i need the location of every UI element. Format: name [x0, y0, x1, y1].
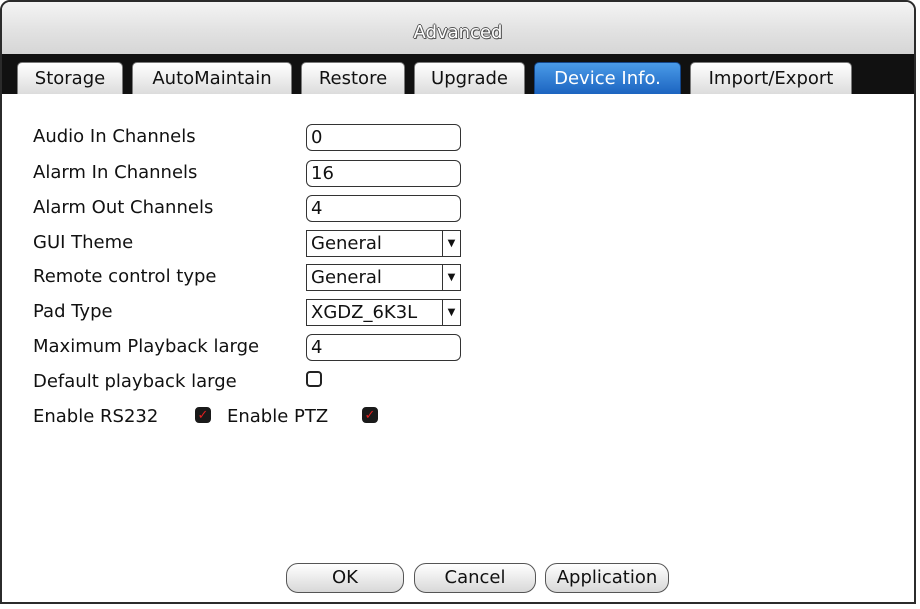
tab-restore[interactable]: Restore — [301, 62, 405, 94]
rs232-checkbox[interactable]: ✓ — [195, 407, 211, 423]
rs232-label: Enable RS232 — [33, 406, 159, 427]
tab-automaintain[interactable]: AutoMaintain — [132, 62, 292, 94]
dropdown-arrow-icon[interactable]: ▼ — [442, 265, 460, 290]
tab-import-export[interactable]: Import/Export — [690, 62, 852, 94]
pad-type-select[interactable]: XGDZ_6K3L ▼ — [306, 299, 461, 326]
ok-button[interactable]: OK — [286, 563, 404, 593]
default-playback-checkbox[interactable] — [306, 371, 322, 387]
ptz-label: Enable PTZ — [227, 406, 329, 427]
audio-in-field[interactable]: 0 — [306, 124, 461, 151]
tab-storage[interactable]: Storage — [17, 62, 123, 94]
tab-device-info[interactable]: Device Info. — [534, 62, 681, 94]
title-bar: Advanced — [2, 2, 914, 54]
alarm-out-label: Alarm Out Channels — [33, 197, 214, 218]
audio-in-label: Audio In Channels — [33, 126, 196, 147]
window-title: Advanced — [413, 22, 503, 43]
tab-strip: Storage AutoMaintain Restore Upgrade Dev… — [2, 54, 914, 94]
remote-control-value: General — [311, 267, 382, 288]
remote-control-select[interactable]: General ▼ — [306, 264, 461, 291]
pad-type-label: Pad Type — [33, 301, 113, 322]
alarm-in-label: Alarm In Channels — [33, 162, 198, 183]
gui-theme-value: General — [311, 233, 382, 254]
tab-upgrade[interactable]: Upgrade — [414, 62, 525, 94]
row-enable-options: Enable RS232 ✓ Enable PTZ ✓ — [33, 404, 433, 432]
gui-theme-label: GUI Theme — [33, 232, 134, 253]
dropdown-arrow-icon[interactable]: ▼ — [442, 231, 460, 256]
dropdown-arrow-icon[interactable]: ▼ — [442, 300, 460, 325]
advanced-dialog: Advanced Storage AutoMaintain Restore Up… — [0, 0, 916, 604]
ptz-checkbox[interactable]: ✓ — [362, 407, 378, 423]
default-playback-label: Default playback large — [33, 371, 237, 392]
cancel-button[interactable]: Cancel — [414, 563, 536, 593]
gui-theme-select[interactable]: General ▼ — [306, 230, 461, 257]
alarm-out-field[interactable]: 4 — [306, 195, 461, 222]
max-playback-field[interactable]: 4 — [306, 334, 461, 361]
alarm-in-field[interactable]: 16 — [306, 160, 461, 187]
remote-control-label: Remote control type — [33, 266, 217, 287]
max-playback-label: Maximum Playback large — [33, 336, 260, 357]
application-button[interactable]: Application — [545, 563, 669, 593]
pad-type-value: XGDZ_6K3L — [311, 302, 418, 323]
